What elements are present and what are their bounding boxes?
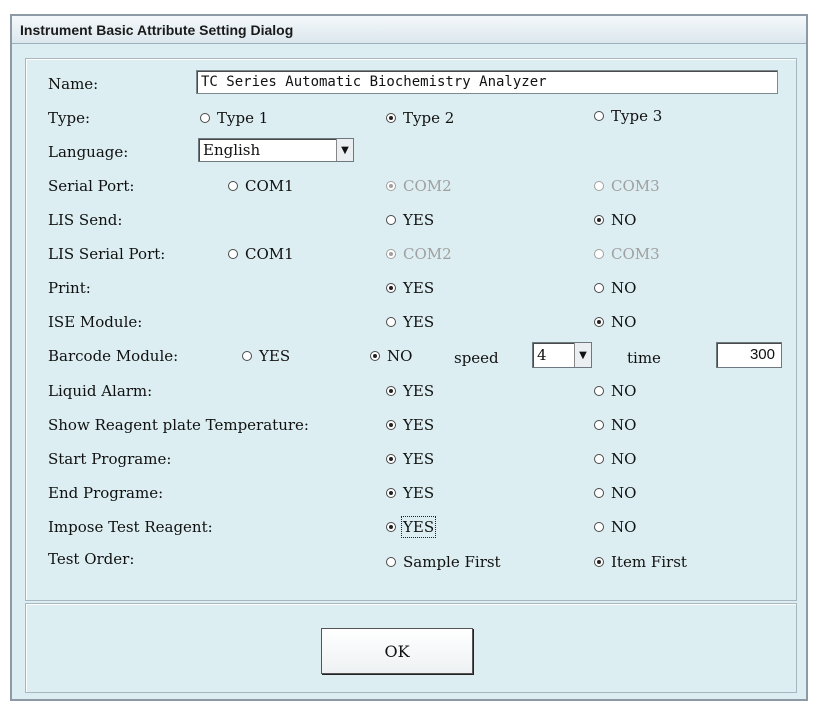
speed-value: 4 bbox=[537, 346, 547, 364]
radio-icon bbox=[386, 522, 396, 532]
end-program-no-radio[interactable]: NO bbox=[594, 484, 636, 502]
barcode-no-radio[interactable]: NO bbox=[370, 347, 412, 365]
print-yes-radio[interactable]: YES bbox=[386, 279, 434, 297]
type-3-radio[interactable]: Type 3 bbox=[594, 107, 662, 125]
radio-icon bbox=[594, 249, 604, 259]
barcode-yes-radio[interactable]: YES bbox=[242, 347, 290, 365]
serial-port-com1-radio[interactable]: COM1 bbox=[228, 177, 294, 195]
radio-icon bbox=[386, 249, 396, 259]
start-program-no-radio[interactable]: NO bbox=[594, 450, 636, 468]
lis-send-no-radio[interactable]: NO bbox=[594, 211, 636, 229]
test-order-label: Test Order: bbox=[48, 550, 135, 568]
ise-module-no-radio[interactable]: NO bbox=[594, 313, 636, 331]
radio-icon bbox=[370, 351, 380, 361]
serial-port-com3-radio[interactable]: COM3 bbox=[594, 177, 660, 195]
ok-button[interactable]: OK bbox=[321, 628, 473, 674]
language-label: Language: bbox=[48, 143, 129, 161]
sample-first-radio[interactable]: Sample First bbox=[386, 553, 501, 571]
type-1-radio[interactable]: Type 1 bbox=[200, 109, 268, 127]
impose-no-radio[interactable]: NO bbox=[594, 518, 636, 536]
name-field[interactable]: TC Series Automatic Biochemistry Analyze… bbox=[196, 70, 778, 94]
radio-icon bbox=[242, 351, 252, 361]
radio-icon bbox=[228, 249, 238, 259]
radio-icon bbox=[594, 215, 604, 225]
serial-port-label: Serial Port: bbox=[48, 177, 135, 195]
item-first-radio[interactable]: Item First bbox=[594, 553, 687, 571]
print-no-radio[interactable]: NO bbox=[594, 279, 636, 297]
radio-icon bbox=[386, 317, 396, 327]
radio-icon bbox=[594, 522, 604, 532]
instrument-attribute-dialog: Instrument Basic Attribute Setting Dialo… bbox=[10, 14, 808, 701]
language-value: English bbox=[203, 141, 261, 159]
radio-icon bbox=[386, 420, 396, 430]
language-select[interactable]: English ▼ bbox=[198, 138, 354, 162]
type-label: Type: bbox=[48, 109, 91, 127]
radio-icon bbox=[386, 283, 396, 293]
radio-icon bbox=[594, 317, 604, 327]
speed-label: speed bbox=[454, 349, 499, 367]
radio-icon bbox=[386, 181, 396, 191]
radio-icon bbox=[594, 386, 604, 396]
radio-icon bbox=[386, 215, 396, 225]
radio-icon bbox=[386, 488, 396, 498]
impose-yes-radio[interactable]: YES bbox=[386, 516, 437, 538]
end-program-label: End Programe: bbox=[48, 484, 164, 502]
ise-module-label: ISE Module: bbox=[48, 313, 143, 331]
chevron-down-icon[interactable]: ▼ bbox=[336, 139, 353, 161]
liquid-alarm-yes-radio[interactable]: YES bbox=[386, 382, 434, 400]
liquid-alarm-no-radio[interactable]: NO bbox=[594, 382, 636, 400]
reagent-temp-label: Show Reagent plate Temperature: bbox=[48, 416, 309, 434]
start-program-label: Start Programe: bbox=[48, 450, 172, 468]
time-field[interactable]: 300 bbox=[716, 342, 782, 368]
radio-icon bbox=[594, 111, 604, 121]
radio-icon bbox=[594, 454, 604, 464]
speed-select[interactable]: 4 ▼ bbox=[532, 342, 592, 368]
serial-port-com2-radio[interactable]: COM2 bbox=[386, 177, 452, 195]
time-label: time bbox=[627, 349, 661, 367]
radio-icon bbox=[594, 283, 604, 293]
start-program-yes-radio[interactable]: YES bbox=[386, 450, 434, 468]
impose-test-reagent-label: Impose Test Reagent: bbox=[48, 518, 213, 536]
radio-icon bbox=[228, 181, 238, 191]
radio-icon bbox=[594, 488, 604, 498]
end-program-yes-radio[interactable]: YES bbox=[386, 484, 434, 502]
lis-serial-com1-radio[interactable]: COM1 bbox=[228, 245, 294, 263]
radio-icon bbox=[386, 557, 396, 567]
radio-icon bbox=[200, 113, 210, 123]
reagent-temp-yes-radio[interactable]: YES bbox=[386, 416, 434, 434]
print-label: Print: bbox=[48, 279, 91, 297]
reagent-temp-no-radio[interactable]: NO bbox=[594, 416, 636, 434]
radio-icon bbox=[386, 386, 396, 396]
dialog-title: Instrument Basic Attribute Setting Dialo… bbox=[12, 16, 806, 44]
lis-send-label: LIS Send: bbox=[48, 211, 123, 229]
radio-icon bbox=[594, 420, 604, 430]
chevron-down-icon[interactable]: ▼ bbox=[574, 343, 591, 367]
lis-serial-port-label: LIS Serial Port: bbox=[48, 245, 166, 263]
type-2-radio[interactable]: Type 2 bbox=[386, 109, 454, 127]
radio-icon bbox=[386, 454, 396, 464]
liquid-alarm-label: Liquid Alarm: bbox=[48, 382, 153, 400]
ise-module-yes-radio[interactable]: YES bbox=[386, 313, 434, 331]
barcode-module-label: Barcode Module: bbox=[48, 347, 179, 365]
radio-icon bbox=[386, 113, 396, 123]
radio-icon bbox=[594, 557, 604, 567]
name-label: Name: bbox=[48, 75, 99, 93]
radio-icon bbox=[594, 181, 604, 191]
lis-serial-com2-radio[interactable]: COM2 bbox=[386, 245, 452, 263]
lis-serial-com3-radio[interactable]: COM3 bbox=[594, 245, 660, 263]
lis-send-yes-radio[interactable]: YES bbox=[386, 211, 434, 229]
